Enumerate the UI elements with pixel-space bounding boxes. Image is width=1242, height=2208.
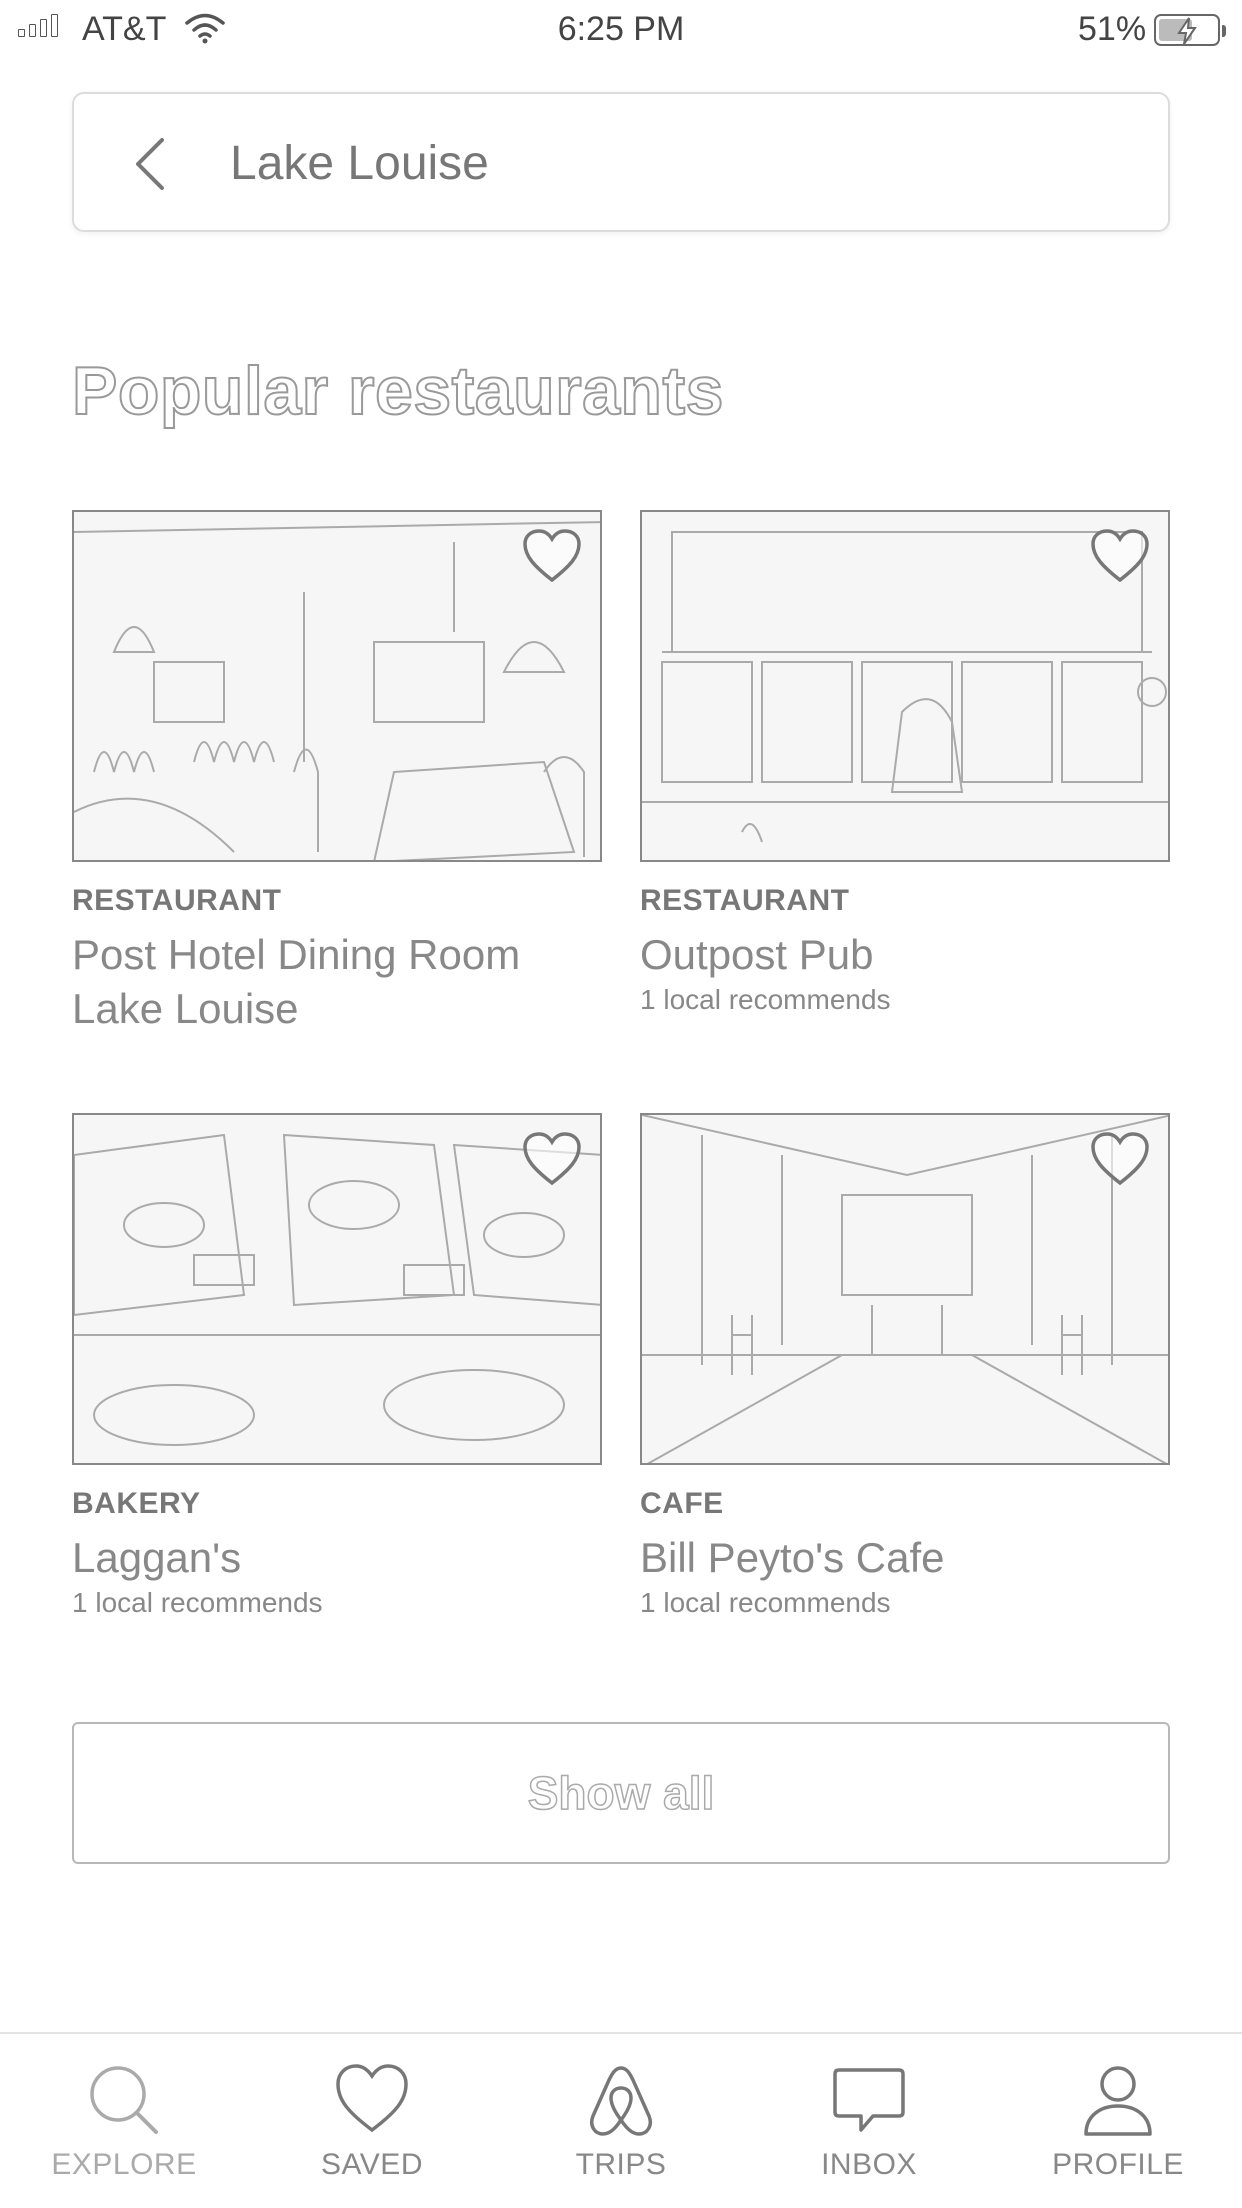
card-category: RESTAURANT — [640, 884, 850, 917]
tab-label: SAVED — [321, 2148, 423, 2181]
restaurant-photo[interactable] — [72, 1113, 602, 1465]
restaurant-card[interactable]: RESTAURANT Outpost Pub 1 local recommend… — [640, 510, 1170, 1016]
tab-inbox[interactable]: INBOX — [769, 2060, 969, 2182]
tab-label: PROFILE — [1052, 2148, 1184, 2181]
local-recommends: 1 local recommends — [640, 984, 891, 1015]
card-title[interactable]: Laggan's — [72, 1531, 602, 1585]
status-bar: AT&T 6:25 PM 51% — [0, 0, 1242, 58]
tab-label: EXPLORE — [51, 2148, 197, 2181]
back-arrow-icon[interactable] — [132, 136, 168, 192]
restaurant-photo[interactable] — [640, 510, 1170, 862]
chat-bubble-icon — [833, 2068, 905, 2132]
tab-label: TRIPS — [575, 2148, 667, 2181]
local-recommends: 1 local recommends — [640, 1587, 891, 1618]
search-bar[interactable]: Lake Louise — [72, 92, 1170, 232]
card-category: RESTAURANT — [72, 884, 282, 917]
section-title: Popular restaurants — [71, 352, 724, 430]
restaurant-card[interactable]: BAKERY Laggan's 1 local recommends — [72, 1113, 602, 1619]
battery-percentage: 51% — [1078, 10, 1147, 48]
save-heart-icon[interactable] — [522, 528, 582, 584]
tab-explore[interactable]: EXPLORE — [24, 2060, 224, 2182]
tab-saved[interactable]: SAVED — [272, 2060, 472, 2182]
bottom-tab-bar: EXPLORE SAVED TRIPS INBOX PROFILE — [0, 2032, 1242, 2208]
search-query[interactable]: Lake Louise — [230, 136, 489, 191]
card-title-line: Post Hotel Dining Room — [72, 931, 521, 978]
heart-icon — [336, 2064, 408, 2133]
airbnb-logo-icon — [590, 2066, 652, 2136]
tab-trips[interactable]: TRIPS — [521, 2060, 721, 2182]
tab-label: INBOX — [821, 2148, 917, 2181]
restaurant-card[interactable]: CAFE Bill Peyto's Cafe 1 local recommend… — [640, 1113, 1170, 1619]
tab-profile[interactable]: PROFILE — [1018, 2060, 1218, 2182]
save-heart-icon[interactable] — [1090, 528, 1150, 584]
clock: 6:25 PM — [557, 10, 685, 48]
card-title[interactable]: Bill Peyto's Cafe — [640, 1531, 1170, 1585]
show-all-button[interactable]: Show all — [72, 1722, 1170, 1864]
search-icon — [90, 2066, 158, 2134]
local-recommends: 1 local recommends — [72, 1587, 323, 1618]
battery-charging-icon — [1154, 14, 1226, 46]
save-heart-icon[interactable] — [522, 1131, 582, 1187]
restaurant-photo[interactable] — [640, 1113, 1170, 1465]
card-title-line: Lake Louise — [72, 985, 299, 1032]
card-title[interactable]: Outpost Pub — [640, 928, 1170, 982]
card-category: CAFE — [640, 1487, 724, 1520]
save-heart-icon[interactable] — [1090, 1131, 1150, 1187]
card-category: BAKERY — [72, 1487, 201, 1520]
restaurant-photo[interactable] — [72, 510, 602, 862]
card-title[interactable]: Post Hotel Dining Room Lake Louise — [72, 928, 602, 1036]
user-icon — [1084, 2066, 1152, 2136]
restaurant-card[interactable]: RESTAURANT Post Hotel Dining Room Lake L… — [72, 510, 602, 1036]
